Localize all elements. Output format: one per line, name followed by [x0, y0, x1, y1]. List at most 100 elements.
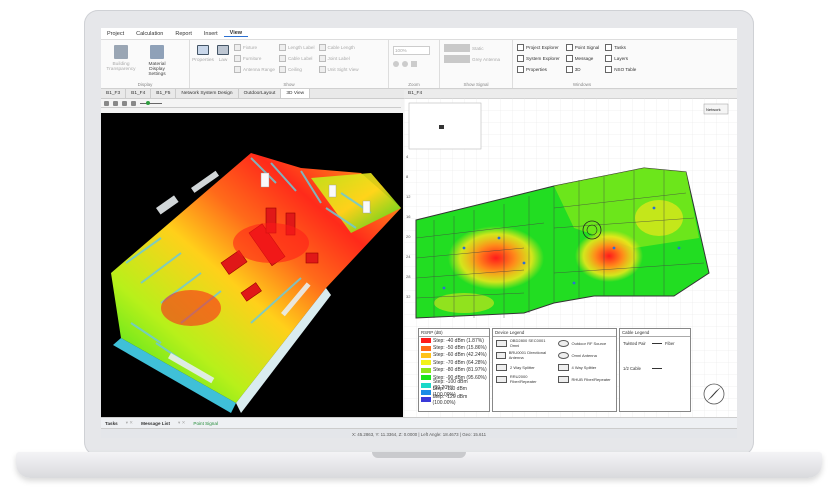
svg-text:32: 32 [406, 294, 411, 299]
tab-network-system-design[interactable]: Network System Design [176, 89, 239, 98]
signal-legend-title: RSRP (dB) [419, 329, 489, 337]
group-label-display: Display [137, 82, 153, 87]
signal-legend-swatch [421, 367, 431, 373]
tab-outdoor-layout[interactable]: OutdoorLayout [239, 89, 282, 98]
ribbon-group-show-signal: Static Grey Antenna Show Signal [440, 40, 513, 88]
3d-view-canvas[interactable] [101, 113, 403, 417]
zoom-fit-icon[interactable] [411, 61, 417, 67]
material-display-settings-button[interactable]: Material Display Settings [141, 42, 173, 77]
check-length-label[interactable]: Length Label [278, 44, 315, 51]
svg-text:28: 28 [406, 274, 411, 279]
signal-legend-row: Step: -80 dBm (81.97%) [419, 367, 489, 374]
omni-icon [557, 351, 569, 359]
signal-legend-swatch [421, 338, 431, 344]
tab-b1-f5[interactable]: B1_F5 [151, 89, 177, 98]
layers-toggle[interactable]: Layers [605, 55, 636, 62]
tasks-tab[interactable]: Tasks [101, 421, 122, 426]
tab-3d-view[interactable]: 3D View [281, 89, 311, 98]
rru-icon [496, 375, 507, 383]
menu-calculation[interactable]: Calculation [130, 31, 169, 37]
3d-toggle[interactable]: 3D [565, 66, 600, 73]
law-toggle[interactable]: Law [216, 42, 230, 73]
menu-project[interactable]: Project [101, 31, 130, 37]
project-explorer-toggle[interactable]: Project Explorer [517, 44, 560, 51]
system-explorer-toggle[interactable]: System Explorer [517, 55, 560, 62]
check-cable-label[interactable]: Cable Label [278, 55, 315, 62]
signal-legend-row: Step: -40 dBm (1.87%) [419, 337, 489, 344]
message-toggle[interactable]: Message [565, 55, 600, 62]
tab-b1-f4[interactable]: B1_F4 [126, 89, 152, 98]
rotate-icon[interactable] [104, 100, 109, 106]
point-signal-tab[interactable]: Point Signal [189, 421, 222, 426]
point-signal-toggle[interactable]: Point Signal [565, 44, 599, 51]
bottom-panel-tabs: Tasks ▾ ✕ Message List ▾ ✕ Point Signal [101, 417, 737, 428]
compass-label: Network [706, 107, 721, 112]
building-transparency-button[interactable]: Building Transparency [105, 42, 137, 77]
material-display-label: Material Display Settings [148, 62, 166, 77]
check-fixture[interactable]: Fixture [234, 44, 275, 51]
check-cable-length[interactable]: Cable Length [318, 44, 359, 51]
cable-legend-item: Twisted Pair Fiber [623, 341, 675, 346]
zoom-icon[interactable] [122, 100, 127, 106]
floor-plan-view[interactable]: B1_F4 Network 4 8 12 16 20 24 28 32 RSRP… [404, 90, 737, 417]
signal-legend-label: Step: -40 dBm (1.87%) [433, 337, 484, 344]
static-button[interactable]: Static [444, 44, 508, 52]
speech-bubble-icon [197, 45, 209, 55]
omni-antenna-icon [496, 339, 507, 347]
svg-text:16: 16 [406, 214, 411, 219]
splitter-2-icon [496, 363, 507, 371]
menu-bar: Project Calculation Report Insert View [101, 28, 737, 40]
ribbon-group-zoom: 100% Zoom [389, 40, 440, 88]
signal-legend-label: Step: -50 dBm (15.86%) [433, 345, 487, 352]
zoom-select[interactable]: 100% [393, 46, 430, 55]
menu-insert[interactable]: Insert [198, 31, 224, 37]
svg-text:12: 12 [406, 194, 411, 199]
transparency-icon [114, 45, 128, 59]
tasks-toggle[interactable]: Tasks [605, 44, 636, 51]
slider-knob[interactable] [146, 100, 150, 105]
device-legend: Device Legend OBD2800 SEC0001 Omni Outdo… [492, 328, 617, 412]
nso-table-toggle[interactable]: NSO Table [605, 66, 636, 73]
device-legend-item: RHUB Fiber/Repeater [555, 373, 617, 385]
check-antenna-range[interactable]: Antenna Range [234, 66, 275, 73]
device-legend-item: 4 Way Splitter [555, 361, 617, 373]
signal-legend-row: Step: -120 dBm (100.00%) [419, 393, 489, 406]
signal-legend-row: Step: -70 dBm (64.28%) [419, 359, 489, 366]
app-window: Project Calculation Report Insert View B… [101, 28, 737, 438]
signal-legend-swatch [421, 360, 431, 366]
svg-text:20: 20 [406, 234, 411, 239]
cable-legend-title: Cable Legend [620, 329, 690, 337]
minimap[interactable] [408, 102, 482, 150]
menu-view[interactable]: View [223, 30, 249, 37]
check-joint-label[interactable]: Joint Label [318, 55, 359, 62]
properties-toggle[interactable]: Properties [192, 42, 214, 73]
signal-legend-swatch [421, 382, 431, 388]
check-ceiling[interactable]: Ceiling [278, 66, 315, 73]
laptop-notch [372, 452, 466, 458]
3d-zoom-slider[interactable] [140, 100, 162, 105]
menu-report[interactable]: Report [169, 31, 198, 37]
ribbon-group-display: Building Transparency Material Display S… [101, 40, 190, 88]
check-furniture[interactable]: Furniture [234, 55, 275, 62]
properties-label: Properties [192, 58, 214, 63]
grid-icon [217, 45, 229, 55]
status-bar: X: 45.2863, Y: 11.3364, Z: 0.0000 | Left… [101, 428, 737, 438]
check-unit-sight-view[interactable]: Unit Sight View [318, 66, 359, 73]
properties-window-toggle[interactable]: Properties [517, 66, 560, 73]
signal-legend-label: Step: -120 dBm (100.00%) [432, 393, 468, 406]
signal-legend-row: Step: -50 dBm (15.86%) [419, 344, 489, 351]
signal-legend-swatch [421, 397, 431, 403]
zoom-in-icon[interactable] [393, 61, 399, 67]
coordinates-readout: X: 45.2863, Y: 11.3364, Z: 0.0000 | Left… [351, 431, 487, 437]
grey-antenna-button[interactable]: Grey Antenna [444, 55, 508, 63]
compass-rose-icon [703, 383, 725, 405]
message-list-tab[interactable]: Message List [137, 421, 174, 426]
device-legend-title: Device Legend [493, 329, 616, 337]
pan-icon[interactable] [113, 100, 118, 106]
signal-legend-label: Step: -60 dBm (42.24%) [433, 352, 487, 359]
reset-view-icon[interactable] [131, 100, 136, 106]
tab-b1-f3[interactable]: B1_F3 [101, 89, 127, 98]
device-legend-item: BRU0001 Directional Antenna [493, 349, 555, 361]
zoom-out-icon[interactable] [402, 61, 408, 67]
signal-legend-row: Step: -60 dBm (42.24%) [419, 352, 489, 359]
